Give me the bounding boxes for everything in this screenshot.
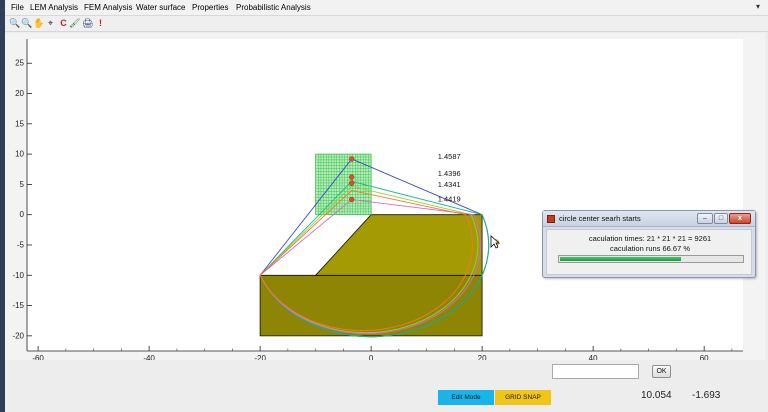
slip-center-point xyxy=(349,196,355,203)
calculation-times-text: caculation times: 21 * 21 * 21 = 9261 xyxy=(588,234,712,243)
x-tick-label: 20 xyxy=(478,354,487,360)
calculation-runs-text: caculation runs 66.67 % xyxy=(609,244,691,253)
x-tick-label: 60 xyxy=(700,354,709,360)
y-tick-label: 10 xyxy=(15,150,24,159)
plot-area[interactable]: -20 -15 -10 -5 0 5 10 15 20 25 -60 -40 -20 0 20 40 60 1.4… xyxy=(5,33,765,360)
x-tick-label: 0 xyxy=(369,354,374,360)
printer-icon[interactable]: 🖨 xyxy=(82,18,93,29)
progress-bar-fill xyxy=(560,257,681,261)
y-tick-label: -5 xyxy=(17,240,25,249)
data-cursor-icon[interactable]: ⌖ xyxy=(45,18,56,29)
slip-center-point xyxy=(349,156,355,162)
slip-center-point xyxy=(349,174,355,180)
x-tick-label: -60 xyxy=(32,354,44,360)
maximize-icon[interactable]: □ xyxy=(714,213,728,224)
toolbar: 🔍 🔍 ✋ ⌖ C 🖌 🖨 ! xyxy=(5,16,768,32)
x-tick-label: 40 xyxy=(589,354,598,360)
letter-c-icon[interactable]: C xyxy=(58,18,69,29)
dialog-titlebar[interactable]: circle center searh starts – □ x xyxy=(543,211,755,227)
lower-soil-layer xyxy=(259,274,483,337)
dialog-title: circle center searh starts xyxy=(559,214,641,223)
cursor-y-readout: -1.693 xyxy=(692,390,721,401)
zoom-out-icon[interactable]: 🔍 xyxy=(21,18,32,29)
menu-bar: File LEM Analysis FEM Analysis Water sur… xyxy=(5,0,768,16)
menu-properties[interactable]: Properties xyxy=(192,3,228,12)
factor-of-safety-label: 1.4419 xyxy=(438,194,461,203)
progress-bar xyxy=(558,255,744,263)
y-tick-label: 5 xyxy=(20,180,25,189)
exclamation-icon[interactable]: ! xyxy=(95,18,106,29)
menu-fem-analysis[interactable]: FEM Analysis xyxy=(84,3,132,12)
y-tick-label: 20 xyxy=(15,89,24,98)
y-tick-label: 25 xyxy=(15,59,24,68)
mouse-pointer-icon xyxy=(490,235,500,249)
menu-arrow-icon[interactable]: ▾ xyxy=(756,2,760,11)
app-window: File LEM Analysis FEM Analysis Water sur… xyxy=(0,0,768,412)
y-tick-label: -10 xyxy=(12,271,24,280)
pan-hand-icon[interactable]: ✋ xyxy=(33,18,44,29)
cursor-x-readout: 10.054 xyxy=(641,390,672,401)
close-icon[interactable]: x xyxy=(729,213,751,224)
zoom-in-icon[interactable]: 🔍 xyxy=(9,18,20,29)
factor-of-safety-label: 1.4341 xyxy=(438,180,461,189)
x-tick-label: -40 xyxy=(143,354,155,360)
command-input[interactable] xyxy=(552,364,639,379)
dialog-body: caculation times: 21 * 21 * 21 = 9261 ca… xyxy=(546,229,752,275)
slope-stability-plot[interactable]: -20 -15 -10 -5 0 5 10 15 20 25 -60 -40 -20 0 20 40 60 1.4… xyxy=(5,33,765,360)
factor-of-safety-label: 1.4396 xyxy=(438,169,461,178)
y-tick-label: -20 xyxy=(12,331,24,340)
slip-center-point xyxy=(349,180,355,186)
brush-icon[interactable]: 🖌 xyxy=(69,18,80,29)
progress-dialog: circle center searh starts – □ x caculat… xyxy=(542,210,756,278)
matlab-app-icon xyxy=(547,215,555,223)
menu-lem-analysis[interactable]: LEM Analysis xyxy=(30,3,78,12)
menu-water-surface[interactable]: Water surface xyxy=(136,3,186,12)
edit-mode-button[interactable]: Edit Mode xyxy=(438,390,494,405)
ok-button[interactable]: OK xyxy=(652,365,671,378)
x-tick-label: -20 xyxy=(254,354,266,360)
y-tick-label: 15 xyxy=(15,119,24,128)
menu-probabilistic-analysis[interactable]: Probabilistic Analysis xyxy=(236,3,311,12)
minimize-icon[interactable]: – xyxy=(697,213,713,224)
y-tick-label: 0 xyxy=(20,210,25,219)
menu-file[interactable]: File xyxy=(11,3,24,12)
grid-snap-button[interactable]: GRID SNAP xyxy=(495,390,551,405)
y-tick-label: -15 xyxy=(12,301,24,310)
factor-of-safety-label: 1.4587 xyxy=(438,152,461,161)
